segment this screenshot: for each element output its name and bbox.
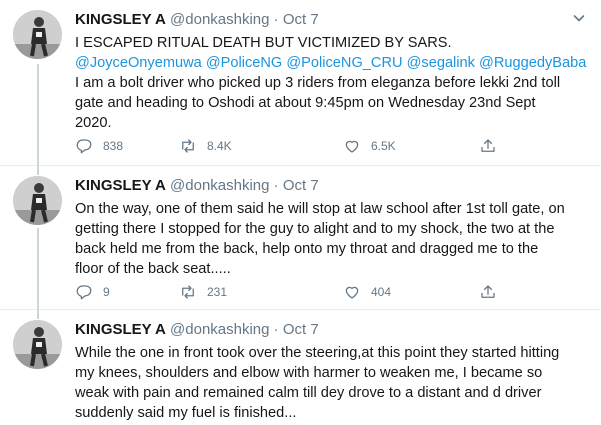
tweet-text-line: back held me from the back, help onto my…	[75, 241, 539, 257]
mention-link[interactable]: @PoliceNG	[206, 55, 282, 71]
thread-connector	[37, 64, 39, 166]
avatar[interactable]	[13, 320, 62, 369]
retweet-icon	[182, 285, 194, 299]
mentions-line: @JoyceOnyemuwa @PoliceNG @PoliceNG_CRU @…	[75, 53, 590, 73]
tweet-text: I ESCAPED RITUAL DEATH BUT VICTIMIZED BY…	[75, 33, 590, 133]
reply-count: 838	[103, 139, 124, 153]
tweet-2[interactable]: KINGSLEY A @donkashking · Oct 7 On the w…	[0, 166, 601, 310]
timestamp[interactable]: Oct 7	[283, 321, 319, 338]
separator: ·	[273, 177, 279, 194]
tweet-text: While the one in front took over the ste…	[75, 343, 590, 423]
tweet-3[interactable]: KINGSLEY A @donkashking · Oct 7 While th…	[0, 310, 601, 425]
share-icon	[481, 139, 495, 152]
like-button[interactable]: 404	[343, 283, 391, 301]
tweet-text-line: While the one in front took over the ste…	[75, 345, 560, 361]
tweet-header: KINGSLEY A @donkashking · Oct 7	[75, 321, 319, 339]
share-icon	[481, 285, 495, 298]
tweet-text-line: gate and heading to Oshodi at about 9:45…	[75, 95, 536, 111]
share-button[interactable]	[479, 283, 507, 301]
retweet-count: 8.4K	[207, 139, 232, 153]
reply-icon	[76, 285, 92, 300]
tweet-text-line: weak with pain and remained calm till de…	[75, 385, 542, 401]
reply-icon	[76, 139, 92, 154]
timestamp[interactable]: Oct 7	[283, 11, 319, 28]
tweet-text-line: I am a bolt driver who picked up 3 rider…	[75, 75, 561, 91]
avatar[interactable]	[13, 10, 62, 59]
tweet-actions: 838 8.4K 6.5K	[75, 137, 515, 157]
reply-count: 9	[103, 285, 110, 299]
tweet-text-line: floor of the back seat.....	[75, 261, 231, 277]
separator: ·	[273, 321, 279, 338]
tweet-text-line: getting there I stopped for the guy to a…	[75, 221, 555, 237]
tweet-text-line: On the way, one of them said he will sto…	[75, 201, 565, 217]
retweet-button[interactable]: 8.4K	[179, 137, 232, 155]
tweet-header: KINGSLEY A @donkashking · Oct 7	[75, 11, 319, 29]
thread-connector	[37, 166, 39, 175]
tweet-text-line: I ESCAPED RITUAL DEATH BUT VICTIMIZED BY…	[75, 35, 452, 51]
share-button[interactable]	[479, 137, 507, 155]
display-name[interactable]: KINGSLEY A	[75, 11, 166, 28]
retweet-count: 231	[207, 285, 228, 299]
like-icon	[345, 140, 359, 153]
tweet-text: On the way, one of them said he will sto…	[75, 199, 590, 279]
display-name[interactable]: KINGSLEY A	[75, 177, 166, 194]
retweet-button[interactable]: 231	[179, 283, 227, 301]
tweet-text-line: my knees, shoulders and elbow with harme…	[75, 365, 543, 381]
display-name[interactable]: KINGSLEY A	[75, 321, 166, 338]
caret-down-icon[interactable]	[571, 10, 587, 26]
tweet-1[interactable]: KINGSLEY A @donkashking · Oct 7 I ESCAPE…	[0, 0, 601, 166]
mention-link[interactable]: @JoyceOnyemuwa	[75, 55, 202, 71]
separator: ·	[273, 11, 279, 28]
avatar[interactable]	[13, 176, 62, 225]
tweet-text-line: suddenly said my fuel is finished...	[75, 405, 297, 421]
thread-connector	[37, 310, 39, 319]
mention-link[interactable]: @RuggedyBaba	[479, 55, 586, 71]
like-icon	[345, 286, 359, 299]
tweet-thread: KINGSLEY A @donkashking · Oct 7 I ESCAPE…	[0, 0, 601, 425]
user-handle[interactable]: @donkashking	[170, 321, 269, 338]
user-handle[interactable]: @donkashking	[170, 177, 269, 194]
tweet-text-line: 2020.	[75, 115, 112, 131]
timestamp[interactable]: Oct 7	[283, 177, 319, 194]
reply-button[interactable]: 9	[75, 283, 110, 301]
tweet-header: KINGSLEY A @donkashking · Oct 7	[75, 177, 319, 195]
mention-link[interactable]: @PoliceNG_CRU	[286, 55, 402, 71]
like-button[interactable]: 6.5K	[343, 137, 396, 155]
like-count: 6.5K	[371, 139, 396, 153]
user-handle[interactable]: @donkashking	[170, 11, 269, 28]
mention-link[interactable]: @segalink	[407, 55, 475, 71]
like-count: 404	[371, 285, 392, 299]
reply-button[interactable]: 838	[75, 137, 123, 155]
retweet-icon	[182, 139, 194, 153]
thread-connector	[37, 228, 39, 310]
tweet-actions: 9 231 404	[75, 283, 515, 303]
